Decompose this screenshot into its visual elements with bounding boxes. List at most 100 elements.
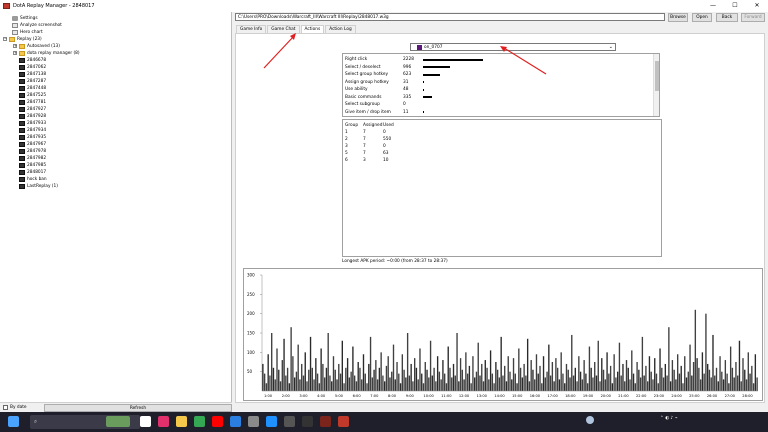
tree-item-replay[interactable]: 2847062: [19, 64, 46, 70]
tree-item-replay[interactable]: 2847978: [19, 148, 46, 154]
app-icon[interactable]: [320, 416, 331, 427]
checkbox-box[interactable]: [3, 405, 8, 410]
tree-item-label: 2847934: [27, 127, 47, 133]
maximize-button[interactable]: ☐: [724, 0, 746, 12]
dota-replay-manager-icon[interactable]: [338, 416, 349, 427]
apm-bar: [495, 362, 497, 391]
apm-bar: [611, 383, 614, 391]
cell-used: 0: [383, 143, 386, 149]
x-tick-label: 16:00: [530, 394, 541, 398]
tree-item-hero-chart[interactable]: Hero chart: [12, 29, 43, 35]
apm-bar: [744, 369, 746, 391]
path-input[interactable]: C:\Users\PRO\Downloads\Warcraft_III\Warc…: [235, 13, 665, 21]
chevron-down-icon[interactable]: ⌄: [609, 44, 613, 51]
apm-bar: [493, 383, 495, 391]
app-icon[interactable]: [266, 416, 277, 427]
tree-item-replay[interactable]: 2847967: [19, 141, 46, 147]
tab-actions[interactable]: Actions: [300, 25, 325, 33]
tree-item-replay-folder[interactable]: − Replay (23): [3, 36, 42, 42]
apm-bar: [304, 352, 306, 391]
x-tick-label: 8:00: [388, 394, 397, 398]
apm-bar: [488, 379, 490, 391]
apm-bar: [537, 373, 539, 391]
action-row: Select group hotkey 623: [345, 71, 440, 78]
instagram-icon[interactable]: [158, 416, 169, 427]
apm-bar: [391, 371, 393, 391]
tree-item-replay[interactable]: 2847985: [19, 162, 46, 168]
apm-bar: [673, 369, 675, 391]
tree-item-replay[interactable]: 2847927: [19, 106, 46, 112]
app-icon[interactable]: [284, 416, 295, 427]
tree-item-analyze[interactable]: Analyze screenshot: [12, 22, 62, 28]
header-assigned: Assigned: [363, 122, 383, 128]
apm-bar: [602, 369, 605, 391]
app-icon[interactable]: [230, 416, 241, 427]
replay-tree[interactable]: Settings Analyze screenshot Hero chart −…: [0, 12, 232, 402]
chrome-icon[interactable]: [194, 416, 205, 427]
apm-bar: [615, 377, 617, 391]
expand-icon[interactable]: +: [13, 51, 17, 55]
apm-bar: [466, 373, 469, 391]
tree-item-subfolder[interactable]: + dota replay manager (8): [13, 50, 80, 56]
tree-item-replay[interactable]: 2847525: [19, 92, 46, 98]
tree-item-replay[interactable]: 2847287: [19, 78, 46, 84]
tree-item-replay[interactable]: 2847934: [19, 127, 46, 133]
apm-bar: [737, 375, 739, 391]
collapse-icon[interactable]: −: [3, 37, 7, 41]
tree-item-replay[interactable]: 2846678: [19, 57, 46, 63]
apm-bar: [523, 363, 525, 391]
apm-chart: 300 250 200 150 100 50 1:00 2:00 3:00 4:00 5:00 6:0…: [243, 268, 763, 401]
apm-bar: [629, 379, 631, 391]
apm-bar: [639, 377, 642, 391]
apm-bar: [398, 373, 400, 391]
tree-item-replay-selected[interactable]: 2848017: [19, 169, 46, 175]
close-button[interactable]: ✕: [746, 0, 768, 12]
weather-widget[interactable]: [586, 416, 597, 424]
tree-item-replay[interactable]: 2847933: [19, 120, 46, 126]
tree-item-autosaved[interactable]: + Autosaved (13): [13, 43, 60, 49]
tree-item-replay[interactable]: 2847928: [19, 113, 46, 119]
apm-bar: [327, 333, 329, 391]
app-icon[interactable]: [302, 416, 313, 427]
forward-button[interactable]: Forward: [741, 13, 765, 22]
cell-assigned: 7: [363, 150, 366, 156]
apm-bar: [565, 363, 568, 391]
apm-bar: [373, 369, 375, 391]
apm-bar: [352, 346, 354, 391]
expand-icon[interactable]: +: [13, 44, 17, 48]
apm-bar: [722, 379, 725, 391]
cell-used: 0: [383, 129, 386, 135]
apm-bar: [422, 383, 425, 391]
window-titlebar: DotA Replay Manager - 2848017 — ☐ ✕: [0, 0, 768, 12]
youtube-icon[interactable]: [212, 416, 223, 427]
apm-bar: [267, 354, 269, 391]
tree-item-replay[interactable]: 2847982: [19, 155, 46, 161]
back-button[interactable]: Back: [716, 13, 738, 22]
tree-item-replay[interactable]: 2847935: [19, 134, 46, 140]
tree-item-replay[interactable]: 2847138: [19, 71, 46, 77]
action-row: Select subgroup 0: [345, 101, 423, 108]
apm-bar: [468, 365, 471, 391]
tree-item-replay[interactable]: 2847448: [19, 85, 46, 91]
taskbar-widget-icon[interactable]: [106, 416, 130, 427]
tree-item-replay[interactable]: 2847781: [19, 99, 46, 105]
folder-icon: [9, 36, 15, 42]
replay-icon: [19, 162, 25, 168]
tree-item-settings[interactable]: Settings: [12, 15, 38, 21]
open-button[interactable]: Open: [692, 13, 712, 22]
browse-button[interactable]: Browse: [668, 13, 688, 22]
by-date-checkbox[interactable]: By date: [3, 405, 27, 410]
minimize-button[interactable]: —: [702, 0, 724, 12]
tab-action-log[interactable]: Action Log: [325, 25, 356, 33]
app-icon[interactable]: [248, 416, 259, 427]
scroll-thumb[interactable]: [655, 61, 659, 91]
file-explorer-icon[interactable]: [176, 416, 187, 427]
system-tray[interactable]: ⌃ ◐ ♪ ⌁: [660, 416, 678, 421]
task-view-icon[interactable]: [140, 416, 151, 427]
actions-scrollbar[interactable]: [653, 54, 659, 116]
tree-item-last-replay[interactable]: LastReplay (1): [19, 183, 58, 189]
y-tick-label: 150: [247, 331, 255, 336]
refresh-button[interactable]: Refresh: [44, 404, 232, 412]
windows-start-icon[interactable]: [8, 416, 19, 427]
tree-item-replay[interactable]: hock ban: [19, 176, 47, 182]
